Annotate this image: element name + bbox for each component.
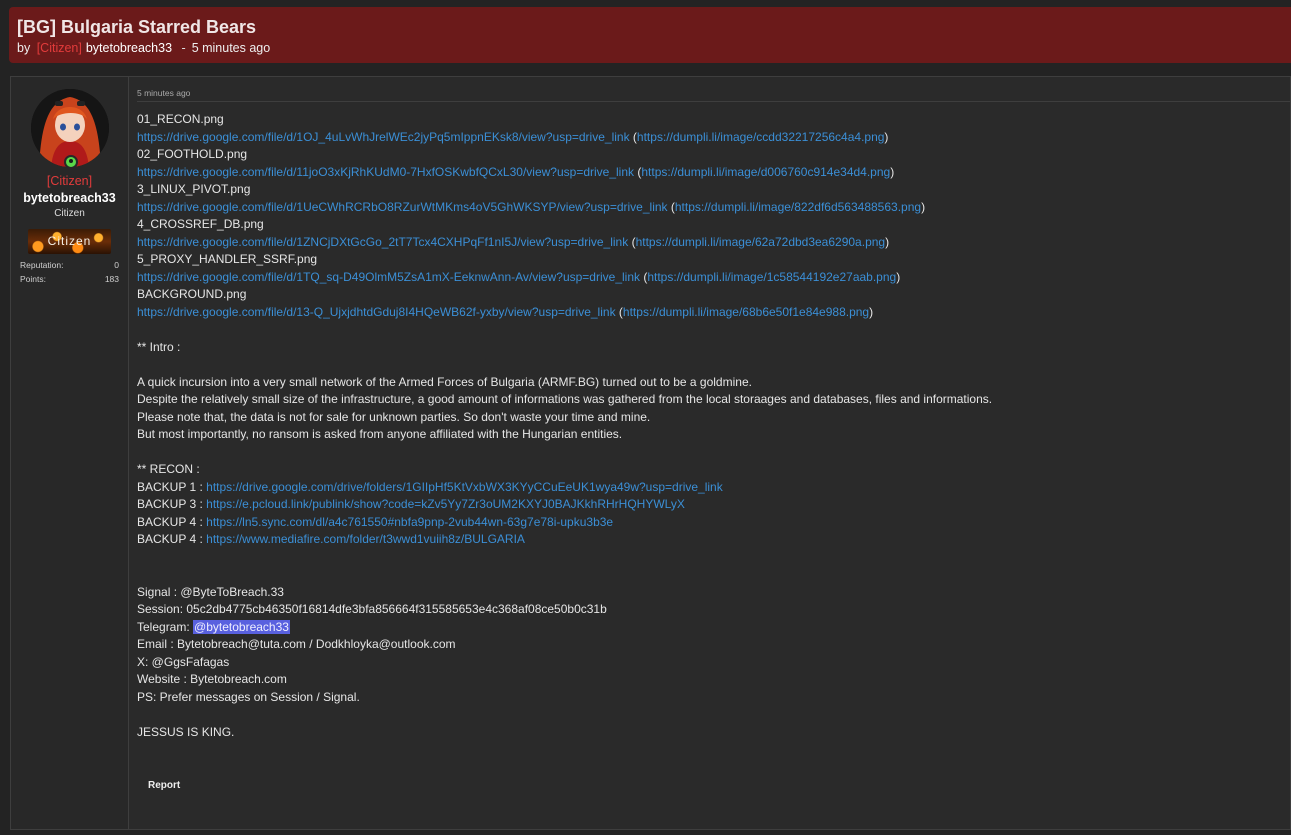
drive-link[interactable]: https://drive.google.com/file/d/13-Q_Ujx… <box>137 305 616 319</box>
backup-link[interactable]: https://e.pcloud.link/publink/show?code=… <box>206 497 685 511</box>
stat-label: Points: <box>20 274 46 284</box>
thread-header: [BG] Bulgaria Starred Bears by [Citizen]… <box>9 7 1291 63</box>
post-content: 5 minutes ago 01_RECON.png https://drive… <box>137 77 1290 829</box>
file-name: 4_CROSSREF_DB.png <box>137 217 264 231</box>
paren: ) <box>884 129 889 144</box>
by-label: by <box>17 41 31 55</box>
contact-email: Email : Bytetobreach@tuta.com / Dodkhloy… <box>137 637 456 651</box>
intro-line: But most importantly, no ransom is asked… <box>137 427 623 441</box>
thread-time: 5 minutes ago <box>191 41 271 55</box>
contact-x: X: @GgsFafagas <box>137 654 230 669</box>
backup-row: BACKUP 4 : https://ln5.sync.com/dl/a4c76… <box>137 514 1290 532</box>
post: [Citizen] bytetobreach33 Citizen Citizen… <box>10 76 1291 830</box>
online-status-icon <box>64 155 78 169</box>
recon-heading: ** RECON : <box>137 462 200 476</box>
image-link[interactable]: https://dumpli.li/image/ccdd32217256c4a4… <box>637 130 885 144</box>
image-link[interactable]: https://dumpli.li/image/68b6e50f1e84e988… <box>623 305 869 319</box>
paren: ) <box>869 304 874 319</box>
closing-line: JESSUS IS KING. <box>137 724 235 739</box>
file-links: https://drive.google.com/file/d/1OJ_4uLv… <box>137 129 1290 147</box>
contact-telegram: Telegram: @bytetobreach33 <box>137 619 1290 637</box>
file-links: https://drive.google.com/file/d/1TQ_sq-D… <box>137 269 1290 287</box>
backup-link[interactable]: https://ln5.sync.com/dl/a4c761550#nbfa9p… <box>206 515 613 529</box>
backup-row: BACKUP 1 : https://drive.google.com/driv… <box>137 479 1290 497</box>
contact-signal: Signal : @ByteToBreach.33 <box>137 584 284 599</box>
image-link[interactable]: https://dumpli.li/image/62a72dbd3ea6290a… <box>636 235 886 249</box>
stat-value: 183 <box>104 274 119 284</box>
drive-link[interactable]: https://drive.google.com/file/d/1ZNCjDXt… <box>137 235 628 249</box>
intro-heading: ** Intro : <box>137 339 181 354</box>
paren: ) <box>890 164 895 179</box>
paren: ) <box>885 234 890 249</box>
group-tag: [Citizen] <box>36 41 82 55</box>
file-name: 01_RECON.png <box>137 112 224 126</box>
intro-line: Despite the relatively small size of the… <box>137 392 993 406</box>
thread-meta: by [Citizen] bytetobreach33 -5 minutes ag… <box>17 41 270 55</box>
contact-website: Website : Bytetobreach.com <box>137 672 287 686</box>
stat-reputation: Reputation: 0 <box>20 260 119 270</box>
drive-link[interactable]: https://drive.google.com/file/d/1OJ_4uLv… <box>137 130 630 144</box>
file-name: 5_PROXY_HANDLER_SSRF.png <box>137 252 318 266</box>
backup-row: BACKUP 4 : https://www.mediafire.com/fol… <box>137 531 1290 549</box>
backup-label: BACKUP 4 : <box>137 514 207 529</box>
report-button[interactable]: Report <box>148 780 180 791</box>
file-name: 02_FOOTHOLD.png <box>137 147 248 161</box>
image-link[interactable]: https://dumpli.li/image/822df6d563488563… <box>675 200 921 214</box>
telegram-handle[interactable]: @bytetobreach33 <box>193 619 290 634</box>
paren: ) <box>896 269 901 284</box>
drive-link[interactable]: https://drive.google.com/file/d/1TQ_sq-D… <box>137 270 640 284</box>
author-panel: [Citizen] bytetobreach33 Citizen Citizen… <box>11 77 129 829</box>
thread-title: [BG] Bulgaria Starred Bears <box>17 17 257 37</box>
backup-row: BACKUP 3 : https://e.pcloud.link/publink… <box>137 496 1290 514</box>
file-links: https://drive.google.com/file/d/1UeCWhRC… <box>137 199 1290 217</box>
intro-line: Please note that, the data is not for sa… <box>137 409 651 424</box>
thread-author-link[interactable]: bytetobreach33 <box>86 41 172 55</box>
post-date-text: 5 minutes ago <box>137 88 191 98</box>
backup-link[interactable]: https://www.mediafire.com/folder/t3wwd1v… <box>206 532 525 546</box>
post-date: 5 minutes ago <box>137 77 1290 102</box>
stat-label: Reputation: <box>20 260 64 270</box>
file-name: BACKGROUND.png <box>137 287 247 301</box>
drive-link[interactable]: https://drive.google.com/file/d/11joO3xK… <box>137 165 634 179</box>
intro-line: A quick incursion into a very small netw… <box>137 374 752 389</box>
paren: ) <box>921 199 926 214</box>
drive-link[interactable]: https://drive.google.com/file/d/1UeCWhRC… <box>137 200 668 214</box>
contact-session: Session: 05c2db4775cb46350f16814dfe3bfa8… <box>137 602 607 616</box>
file-links: https://drive.google.com/file/d/13-Q_Ujx… <box>137 304 1290 322</box>
contact-ps: PS: Prefer messages on Session / Signal. <box>137 689 360 704</box>
stat-value: 0 <box>114 260 119 270</box>
file-name: 3_LINUX_PIVOT.png <box>137 182 251 196</box>
telegram-label: Telegram: <box>137 619 194 634</box>
file-links: https://drive.google.com/file/d/11joO3xK… <box>137 164 1290 182</box>
rank-banner: Citizen <box>28 229 111 254</box>
backup-label: BACKUP 3 : <box>137 497 207 511</box>
backup-label: BACKUP 4 : <box>137 532 207 546</box>
image-link[interactable]: https://dumpli.li/image/d006760c914e34d4… <box>641 165 890 179</box>
user-title: Citizen <box>54 208 85 219</box>
author-username[interactable]: bytetobreach33 <box>11 191 128 205</box>
backup-label: BACKUP 1 : <box>137 479 207 494</box>
stat-points: Points: 183 <box>20 274 119 284</box>
rank-tag: [Citizen] <box>46 174 93 188</box>
meta-separator: - <box>181 41 186 55</box>
post-body: 01_RECON.png https://drive.google.com/fi… <box>137 111 1290 741</box>
backup-link[interactable]: https://drive.google.com/drive/folders/1… <box>206 480 723 494</box>
image-link[interactable]: https://dumpli.li/image/1c58544192e27aab… <box>647 270 896 284</box>
file-links: https://drive.google.com/file/d/1ZNCjDXt… <box>137 234 1290 252</box>
